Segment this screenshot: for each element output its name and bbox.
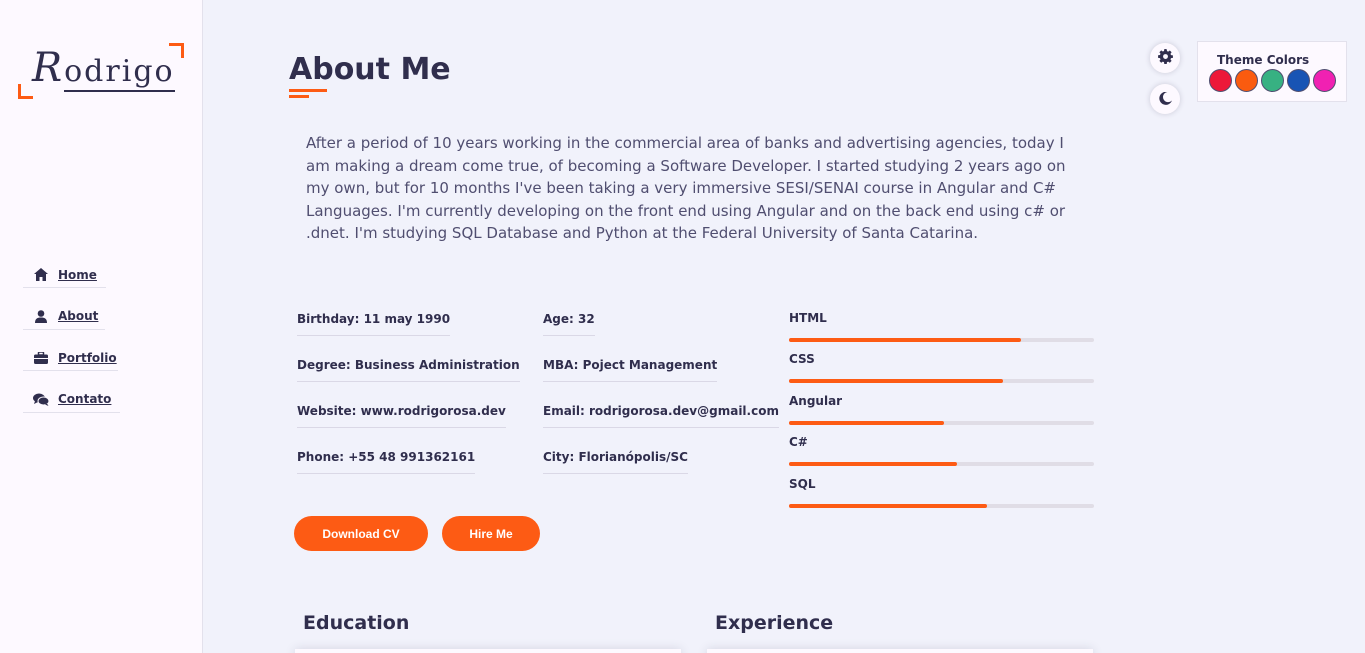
skill-name: HTML: [789, 311, 827, 325]
nav-label-about: About: [58, 309, 99, 324]
skills-list: HTML CSS Angular C# SQL: [789, 308, 1094, 515]
skill-angular: Angular: [789, 391, 1094, 432]
education-card: [295, 649, 681, 653]
briefcase-icon: [32, 351, 50, 365]
nav-label-contato: Contato: [58, 392, 112, 407]
skill-csharp: C#: [789, 432, 1094, 473]
info-city: City: Florianópolis/SC: [543, 450, 688, 474]
theme-color-swatch[interactable]: [1209, 69, 1232, 92]
experience-card: [707, 649, 1093, 653]
education-title: Education: [303, 612, 410, 634]
logo-text: Rodrigo: [32, 45, 175, 92]
info-email: Email: rodrigorosa.dev@gmail.com: [543, 404, 779, 428]
skill-name: CSS: [789, 352, 815, 367]
moon-icon: [1158, 90, 1172, 109]
home-icon: [32, 268, 50, 282]
skill-name: Angular: [789, 393, 843, 408]
skill-progress-track: [789, 462, 1094, 467]
skill-progress-track: [789, 420, 1094, 425]
title-underline: [289, 89, 327, 92]
info-birthday: Birthday: 11 may 1990: [297, 312, 451, 336]
skill-progress-track: [789, 338, 1094, 342]
skill-progress-track: [789, 503, 1094, 508]
nav-item-portfolio[interactable]: Portfolio: [23, 345, 118, 372]
skill-progress-fill: [789, 338, 1021, 342]
title-underline-short: [289, 95, 309, 98]
info-age: Age: 32: [543, 312, 595, 336]
theme-color-swatch[interactable]: [1287, 69, 1310, 92]
nav-label-portfolio: Portfolio: [58, 350, 117, 365]
dark-mode-toggle-button[interactable]: [1150, 84, 1180, 114]
theme-color-swatch[interactable]: [1313, 69, 1336, 92]
sidebar: Rodrigo Home About Portfolio Contato: [0, 0, 203, 653]
nav-label-home: Home: [58, 267, 97, 282]
info-degree: Degree: Business Administration: [297, 358, 520, 382]
gear-icon: [1157, 48, 1173, 68]
settings-toggle-button[interactable]: [1150, 43, 1180, 73]
skill-sql: SQL: [789, 474, 1094, 515]
skill-html: HTML: [789, 308, 1094, 349]
experience-title: Experience: [715, 612, 834, 634]
main-nav: Home About Portfolio Contato: [23, 262, 123, 428]
skill-progress-fill: [789, 420, 944, 425]
theme-colors-title: Theme Colors: [1217, 53, 1310, 67]
skill-css: CSS: [789, 349, 1094, 390]
logo[interactable]: Rodrigo: [18, 43, 184, 99]
info-website: Website: www.rodrigorosa.dev: [297, 404, 506, 428]
skill-progress-fill: [789, 462, 958, 467]
info-mba: MBA: Poject Management: [543, 358, 718, 382]
info-phone: Phone: +55 48 991362161: [297, 450, 476, 474]
about-description: After a period of 10 years working in th…: [306, 134, 1066, 243]
theme-colors-panel: Theme Colors: [1197, 41, 1347, 102]
skill-progress-fill: [789, 379, 1003, 384]
user-icon: [32, 309, 50, 323]
download-cv-button[interactable]: Download CV: [294, 516, 428, 551]
theme-swatches: [1209, 69, 1339, 92]
page-title: About Me: [289, 52, 451, 87]
skill-progress-track: [789, 379, 1094, 384]
skill-name: SQL: [789, 476, 816, 491]
theme-color-swatch[interactable]: [1235, 69, 1258, 92]
hire-me-button[interactable]: Hire Me: [442, 516, 540, 551]
nav-item-contato[interactable]: Contato: [23, 387, 120, 413]
nav-item-about[interactable]: About: [23, 304, 105, 330]
comments-icon: [32, 392, 50, 406]
nav-item-home[interactable]: Home: [23, 262, 106, 288]
skill-progress-fill: [789, 503, 987, 508]
skill-name: C#: [789, 435, 808, 450]
logo-rest: odrigo: [64, 54, 175, 92]
theme-color-swatch[interactable]: [1261, 69, 1284, 92]
logo-initial: R: [32, 45, 65, 91]
logo-corner-bottom-left: [18, 84, 33, 99]
